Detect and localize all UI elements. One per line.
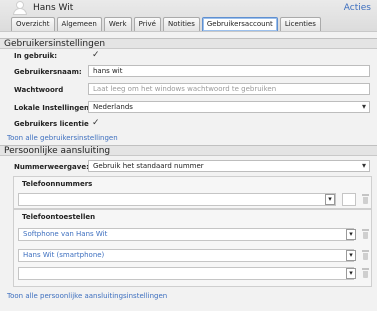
username-label: Gebruikersnaam: xyxy=(14,68,82,76)
in-use-checkbox[interactable]: ✓ xyxy=(92,50,100,60)
device-row-2[interactable]: Hans Wit (smartphone) xyxy=(18,249,354,262)
password-input[interactable]: Laat leeg om het windows wachtwoord te g… xyxy=(88,83,370,95)
phone-number-delete-icon[interactable] xyxy=(361,194,370,205)
personal-connection-header: Persoonlijke aansluiting xyxy=(0,145,377,156)
phone-numbers-label: Telefoonnummers xyxy=(22,180,93,188)
device-3-delete-icon[interactable] xyxy=(361,268,370,279)
in-use-label: In gebruik: xyxy=(14,52,58,60)
tab-algemeen[interactable]: Algemeen xyxy=(56,17,102,31)
locale-label: Lokale Instellingen: xyxy=(14,104,92,112)
phone-number-dropdown-icon[interactable]: ▾ xyxy=(325,194,335,205)
tab-prive[interactable]: Privé xyxy=(133,17,161,31)
number-display-select[interactable]: Gebruik het standaard nummer xyxy=(88,160,370,172)
show-all-connection-settings-link[interactable]: Toon alle persoonlijke aansluitingsinste… xyxy=(7,292,167,300)
phone-number-input[interactable] xyxy=(18,193,336,206)
tab-werk[interactable]: Werk xyxy=(103,17,132,31)
device-row-1[interactable]: Softphone van Hans Wit xyxy=(18,228,354,241)
device-row-3[interactable] xyxy=(18,267,354,280)
tab-bar: Overzicht Algemeen Werk Privé Notities G… xyxy=(11,17,323,31)
license-label: Gebruikers licentie xyxy=(14,120,89,128)
device-1-dropdown-icon[interactable]: ▾ xyxy=(346,229,356,240)
username-input[interactable]: hans wit xyxy=(88,65,370,77)
device-2-dropdown-icon[interactable]: ▾ xyxy=(346,250,356,261)
contact-header: Hans Wit Acties Overzicht Algemeen Werk … xyxy=(0,0,377,32)
device-2-delete-icon[interactable] xyxy=(361,250,370,261)
actions-link[interactable]: Acties xyxy=(344,3,371,13)
tab-gebruikersaccount[interactable]: Gebruikersaccount xyxy=(201,17,278,31)
avatar-icon xyxy=(12,1,28,15)
tab-notities[interactable]: Notities xyxy=(162,17,200,31)
phone-devices-label: Telefoontoestellen xyxy=(22,213,96,221)
show-all-user-settings-link[interactable]: Toon alle gebruikersinstellingen xyxy=(7,134,118,142)
device-3-dropdown-icon[interactable]: ▾ xyxy=(346,268,356,279)
password-label: Wachtwoord xyxy=(14,86,64,94)
device-1-delete-icon[interactable] xyxy=(361,229,370,240)
number-display-label: Nummerweergave: xyxy=(14,163,89,171)
tab-overzicht[interactable]: Overzicht xyxy=(11,17,55,31)
license-checkbox[interactable]: ✓ xyxy=(92,118,100,128)
locale-select[interactable]: Nederlands xyxy=(88,101,370,113)
tab-licenties[interactable]: Licenties xyxy=(279,17,321,31)
phone-number-extra-box[interactable] xyxy=(342,193,356,206)
contact-title: Hans Wit xyxy=(33,3,74,13)
user-settings-header: Gebruikersinstellingen xyxy=(0,38,377,49)
